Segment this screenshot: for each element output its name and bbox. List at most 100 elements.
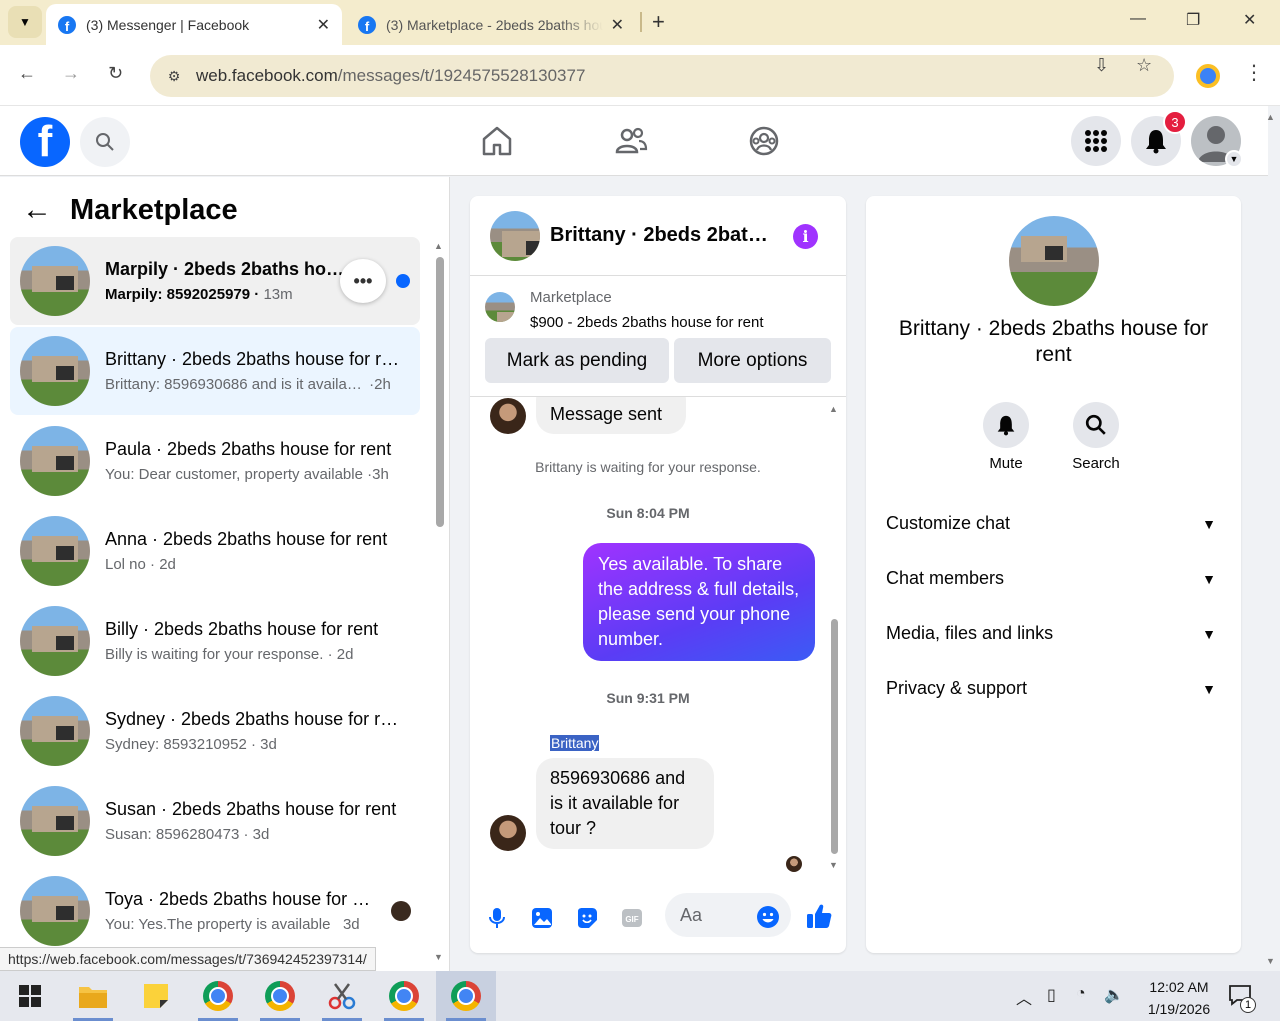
sticky-note-icon xyxy=(144,984,168,1008)
conversation-item[interactable]: Toya · 2beds 2baths house for rent You: … xyxy=(10,867,420,955)
conversation-item[interactable]: Sydney · 2beds 2baths house for rent Syd… xyxy=(10,687,420,775)
scroll-down-arrow-icon[interactable]: ▼ xyxy=(829,860,838,870)
tab-divider xyxy=(640,12,642,32)
wifi-icon[interactable]: ◔ xyxy=(1076,985,1086,1003)
tab-marketplace[interactable]: f (3) Marketplace - 2beds 2baths house f… xyxy=(346,4,636,45)
omnibox[interactable]: ⚙ web.facebook.com/messages/t/1924575528… xyxy=(150,55,1174,97)
chrome-app[interactable] xyxy=(374,971,434,1021)
conversation-item[interactable]: Susan · 2beds 2baths house for rent Susa… xyxy=(10,777,420,865)
message-placeholder: Aa xyxy=(680,904,703,925)
search-label: Search xyxy=(1072,455,1120,472)
new-tab-button[interactable]: + xyxy=(652,9,665,35)
tab-search-dropdown[interactable]: ▼ xyxy=(8,6,42,38)
section-chat-members[interactable]: Chat members ▼ xyxy=(886,568,1221,589)
conversation-item[interactable]: Anna · 2beds 2baths house for rent Lol n… xyxy=(10,507,420,595)
emoji-icon[interactable] xyxy=(756,905,780,929)
extension-icon[interactable] xyxy=(1196,64,1220,88)
conversation-name: Marpily · 2beds 2baths house for rent xyxy=(105,259,345,279)
conversation-item[interactable]: Paula · 2beds 2baths house for rent You:… xyxy=(10,417,420,505)
scrollbar-thumb[interactable] xyxy=(831,619,838,854)
sticky-notes-app[interactable] xyxy=(126,971,186,1021)
snipping-tool-app[interactable] xyxy=(312,971,372,1021)
search-button[interactable] xyxy=(80,117,130,167)
listing-title[interactable]: $900 - 2beds 2baths house for rent xyxy=(530,314,764,331)
groups-icon[interactable] xyxy=(747,124,781,158)
section-customize-chat[interactable]: Customize chat ▼ xyxy=(886,513,1221,534)
device-icon[interactable]: ▯ xyxy=(1047,985,1056,1005)
incoming-message: 8596930686 and is it available for tour … xyxy=(536,758,714,849)
chrome-app-active[interactable] xyxy=(436,971,496,1021)
thumbs-up-icon[interactable] xyxy=(805,902,833,930)
sender-avatar xyxy=(490,815,526,851)
reload-button[interactable]: ↻ xyxy=(108,63,123,84)
bookmark-star-icon[interactable]: ☆ xyxy=(1136,55,1152,76)
minimize-button[interactable]: — xyxy=(1130,10,1146,28)
chrome-app[interactable] xyxy=(188,971,248,1021)
install-app-icon[interactable]: ⇩ xyxy=(1094,55,1109,76)
file-explorer-app[interactable] xyxy=(63,971,123,1021)
chrome-app[interactable] xyxy=(250,971,310,1021)
chat-header[interactable]: Brittany · 2beds 2baths house for rent i xyxy=(470,196,846,276)
section-privacy-support[interactable]: Privacy & support ▼ xyxy=(886,678,1221,699)
more-options-button[interactable]: More options xyxy=(674,338,831,383)
page-scroll-down-arrow-icon[interactable]: ▼ xyxy=(1266,956,1275,966)
scroll-up-arrow-icon[interactable]: ▲ xyxy=(829,404,838,414)
restore-button[interactable]: ❐ xyxy=(1186,10,1200,30)
show-hidden-icons-icon[interactable]: ︿ xyxy=(1016,985,1032,1009)
house-thumbnail xyxy=(20,336,90,406)
search-icon xyxy=(1085,414,1106,435)
scrollbar-thumb[interactable] xyxy=(436,257,444,527)
conversation-info-panel: Brittany · 2beds 2baths house for rent M… xyxy=(866,196,1241,953)
menu-button[interactable] xyxy=(1071,116,1121,166)
url-path: /messages/t/1924575528130377 xyxy=(337,66,586,85)
profile-avatar[interactable] xyxy=(1009,216,1099,306)
photo-icon[interactable] xyxy=(530,906,554,930)
search-icon xyxy=(96,133,114,151)
windows-logo-icon xyxy=(19,985,41,1007)
friends-icon[interactable] xyxy=(614,124,648,158)
microphone-icon[interactable] xyxy=(485,906,509,930)
close-tab-icon[interactable]: ✕ xyxy=(317,15,330,35)
scroll-down-arrow-icon[interactable]: ▼ xyxy=(434,952,443,962)
mark-pending-button[interactable]: Mark as pending xyxy=(485,338,669,383)
browser-menu-icon[interactable]: ⋮ xyxy=(1244,60,1264,85)
scroll-up-arrow-icon[interactable]: ▲ xyxy=(434,241,443,251)
conversation-item[interactable]: Brittany · 2beds 2baths house for rent B… xyxy=(10,327,420,415)
back-button[interactable]: ← xyxy=(18,63,36,84)
page-scroll-up-arrow-icon[interactable]: ▲ xyxy=(1266,112,1275,122)
account-chevron-icon[interactable]: ▼ xyxy=(1225,150,1243,168)
info-icon[interactable]: i xyxy=(793,224,818,249)
conversation-item[interactable]: Billy · 2beds 2baths house for rent Bill… xyxy=(10,597,420,685)
bell-icon xyxy=(1146,130,1166,154)
conversation-preview: Lol no xyxy=(105,556,146,573)
conversation-time: 3d xyxy=(260,736,277,753)
chrome-icon xyxy=(451,981,481,1011)
browser-tab-bar: ▼ f (3) Messenger | Facebook ✕ f (3) Mar… xyxy=(0,0,1280,45)
house-thumbnail xyxy=(20,876,90,946)
more-options-button[interactable]: ••• xyxy=(340,259,386,303)
timestamp: Sun 9:31 PM xyxy=(606,690,690,706)
url-text[interactable]: web.facebook.com/messages/t/192457552813… xyxy=(196,66,585,86)
conversation-time: 13m xyxy=(263,286,293,303)
clock-time: 12:02 AM xyxy=(1149,979,1209,995)
tab-messenger[interactable]: f (3) Messenger | Facebook ✕ xyxy=(46,4,342,45)
mute-button[interactable]: Mute xyxy=(961,402,1051,472)
section-media-files-links[interactable]: Media, files and links ▼ xyxy=(886,623,1221,644)
facebook-logo-icon[interactable]: f xyxy=(20,117,70,167)
conversation-preview: Brittany: 8596930686 and is it available… xyxy=(105,376,365,393)
sticker-icon[interactable] xyxy=(575,906,599,930)
gif-icon[interactable]: GIF xyxy=(620,906,644,930)
forward-button[interactable]: → xyxy=(62,63,80,84)
conversation-time: 3d xyxy=(252,826,270,843)
close-window-button[interactable]: ✕ xyxy=(1243,10,1256,30)
search-in-chat-button[interactable]: Search xyxy=(1051,402,1141,472)
close-tab-icon[interactable]: ✕ xyxy=(611,15,624,35)
home-icon[interactable] xyxy=(480,124,514,158)
back-arrow-icon[interactable]: ← xyxy=(22,193,52,227)
volume-icon[interactable]: 🔈 xyxy=(1104,985,1124,1005)
site-info-icon[interactable]: ⚙ xyxy=(160,68,188,85)
conversation-item[interactable]: Marpily · 2beds 2baths house for rent Ma… xyxy=(10,237,420,325)
system-clock[interactable]: 12:02 AM 1/19/2026 xyxy=(1134,976,1224,1020)
notification-count-badge: 1 xyxy=(1240,997,1256,1013)
start-button[interactable] xyxy=(0,971,60,1021)
